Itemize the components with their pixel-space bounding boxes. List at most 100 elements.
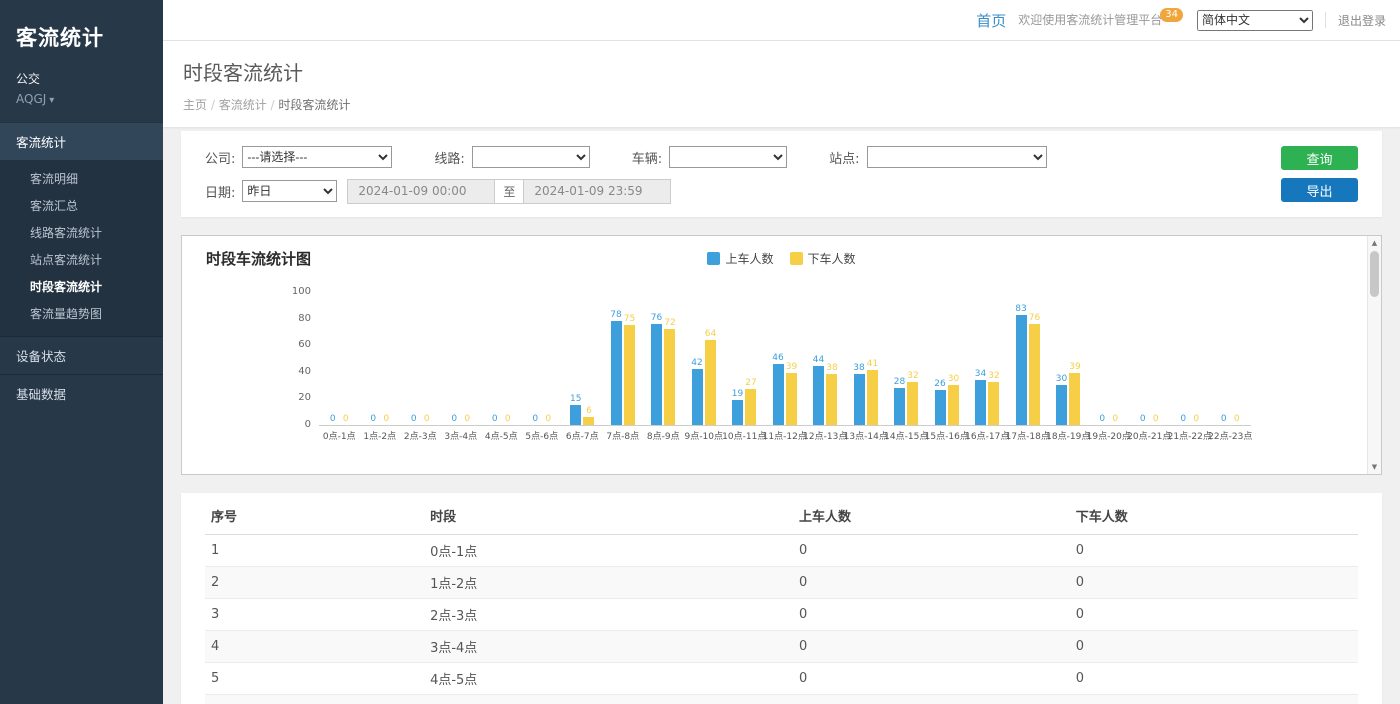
bar-column: 26 <box>934 293 945 425</box>
bar-column: 0 <box>340 293 351 425</box>
bar-value-label: 38 <box>853 363 864 373</box>
bar <box>732 400 743 425</box>
breadcrumb: 主页客流统计时段客流统计 <box>183 96 1380 113</box>
bar-column: 0 <box>530 293 541 425</box>
bar <box>773 364 784 425</box>
sidebar-item[interactable]: 线路客流统计 <box>0 219 163 246</box>
bar-value-label: 0 <box>464 414 470 424</box>
table-cell: 0 <box>1070 695 1358 704</box>
date-to-input[interactable] <box>523 179 671 204</box>
bar-column: 76 <box>651 293 662 425</box>
header-alighting: 下车人数 <box>1070 497 1358 535</box>
table-cell: 4点-5点 <box>424 663 793 695</box>
bar <box>854 374 865 425</box>
sidebar-item[interactable]: 客流明细 <box>0 165 163 192</box>
bar <box>867 370 878 425</box>
table-cell: 0 <box>1070 631 1358 663</box>
line-select[interactable] <box>472 146 590 168</box>
org-code-dropdown[interactable]: AQGJ▾ <box>0 89 163 122</box>
bar <box>786 373 797 425</box>
query-button[interactable]: 查询 <box>1281 146 1358 170</box>
logout-link[interactable]: 退出登录 <box>1338 12 1386 29</box>
notification-badge[interactable]: 34 <box>1160 8 1183 22</box>
bar-column: 0 <box>381 293 392 425</box>
station-select[interactable] <box>867 146 1047 168</box>
y-tick-label: 0 <box>277 419 311 430</box>
legend-item-alighting[interactable]: 下车人数 <box>790 250 856 267</box>
sidebar-section[interactable]: 设备状态 <box>0 336 163 374</box>
x-axis-label: 22点-23点 <box>1208 429 1252 442</box>
app-window: 客流统计 公交 AQGJ▾ 客流统计客流明细客流汇总线路客流统计站点客流统计时段… <box>0 0 1400 704</box>
table-cell: 5点-6点 <box>424 695 793 704</box>
breadcrumb-home[interactable]: 主页 <box>183 98 207 112</box>
x-axis-label: 12点-13点 <box>803 429 847 442</box>
bar-value-label: 64 <box>705 329 716 339</box>
sidebar-item[interactable]: 客流量趋势图 <box>0 300 163 327</box>
bar <box>745 389 756 425</box>
bar-column: 0 <box>1110 293 1121 425</box>
bar-column: 0 <box>1137 293 1148 425</box>
sidebar: 客流统计 公交 AQGJ▾ 客流统计客流明细客流汇总线路客流统计站点客流统计时段… <box>0 0 163 704</box>
bar-group: 0019点-20点 <box>1089 293 1130 425</box>
bar-column: 78 <box>610 293 621 425</box>
export-button[interactable]: 导出 <box>1281 178 1358 202</box>
bar-value-label: 6 <box>586 406 592 416</box>
bar-group: 463911点-12点 <box>765 293 806 425</box>
bar <box>583 417 594 425</box>
bar-column: 38 <box>826 293 837 425</box>
bar-column: 0 <box>1150 293 1161 425</box>
line-filter: 线路: <box>434 146 589 168</box>
bar-column: 28 <box>894 293 905 425</box>
bar-column: 0 <box>1218 293 1229 425</box>
bar-value-label: 0 <box>370 414 376 424</box>
sidebar-item[interactable]: 站点客流统计 <box>0 246 163 273</box>
bar-group: 303918点-19点 <box>1048 293 1089 425</box>
bar-group: 42649点-10点 <box>684 293 725 425</box>
bar-column: 39 <box>1069 293 1080 425</box>
bar-column: 38 <box>853 293 864 425</box>
bar-column: 32 <box>907 293 918 425</box>
bar-column: 27 <box>745 293 756 425</box>
vehicle-label: 车辆: <box>632 148 662 167</box>
bar-column: 32 <box>988 293 999 425</box>
bar-column: 0 <box>1231 293 1242 425</box>
date-from-input[interactable] <box>347 179 495 204</box>
bar-value-label: 27 <box>745 378 756 388</box>
sidebar-section[interactable]: 客流统计 <box>0 122 163 160</box>
table-row: 54点-5点00 <box>205 663 1358 695</box>
table-cell: 0 <box>793 599 1070 631</box>
header-boarding: 上车人数 <box>793 497 1070 535</box>
home-link[interactable]: 首页 <box>976 10 1006 31</box>
bar-value-label: 0 <box>492 414 498 424</box>
bar-value-label: 0 <box>1153 414 1159 424</box>
x-axis-label: 20点-21点 <box>1127 429 1171 442</box>
scroll-up-icon[interactable]: ▲ <box>1368 236 1381 250</box>
breadcrumb-section[interactable]: 客流统计 <box>207 98 267 112</box>
bar-group: 263015点-16点 <box>927 293 968 425</box>
bar-value-label: 39 <box>786 362 797 372</box>
legend-swatch-boarding <box>707 252 720 265</box>
table-cell: 2 <box>205 567 424 599</box>
sidebar-item[interactable]: 客流汇总 <box>0 192 163 219</box>
bar-value-label: 30 <box>948 374 959 384</box>
sidebar-item[interactable]: 时段客流统计 <box>0 273 163 300</box>
bar-group: 343216点-17点 <box>967 293 1008 425</box>
company-label: 公司: <box>205 148 235 167</box>
sidebar-section[interactable]: 基础数据 <box>0 374 163 412</box>
bar-value-label: 76 <box>651 313 662 323</box>
company-select[interactable]: ---请选择--- <box>242 146 392 168</box>
table-cell: 0 <box>1070 663 1358 695</box>
legend-item-boarding[interactable]: 上车人数 <box>707 250 773 267</box>
bar-column: 75 <box>624 293 635 425</box>
date-preset-select[interactable]: 昨日 <box>242 180 337 202</box>
scrollbar-thumb[interactable] <box>1370 251 1379 297</box>
table-cell: 6 <box>205 695 424 704</box>
bar-value-label: 41 <box>867 359 878 369</box>
vehicle-select[interactable] <box>669 146 787 168</box>
chart-scrollbar[interactable]: ▲ ▼ <box>1367 236 1381 474</box>
language-select[interactable]: 简体中文 <box>1197 10 1313 31</box>
bar-column: 41 <box>867 293 878 425</box>
bar <box>988 382 999 425</box>
scroll-down-icon[interactable]: ▼ <box>1368 460 1381 474</box>
page-header: 时段客流统计 主页客流统计时段客流统计 <box>163 41 1400 127</box>
